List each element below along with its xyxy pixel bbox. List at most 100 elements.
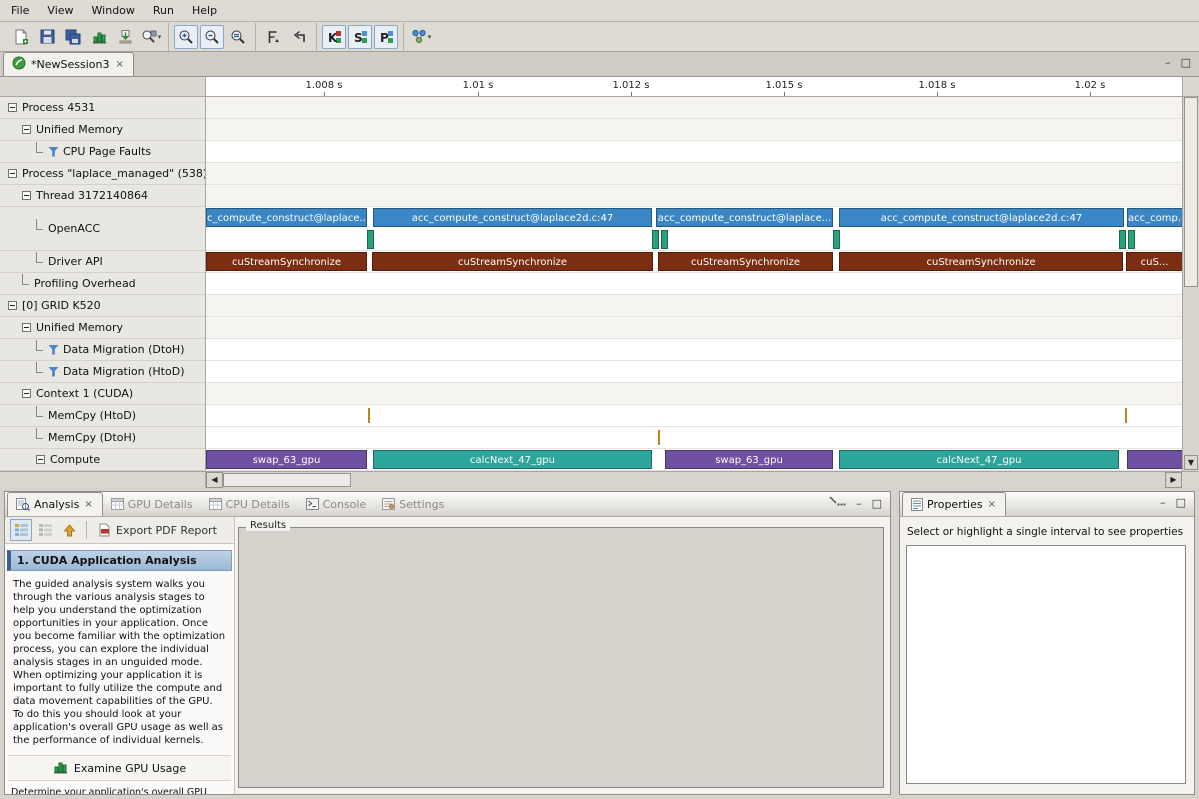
- tab-cpu-details[interactable]: CPU Details: [201, 492, 298, 516]
- tree-row-memcpy-dtoh[interactable]: MemCpy (DtoH): [0, 427, 205, 449]
- tree-row-profiling-overhead[interactable]: Profiling Overhead: [0, 273, 205, 295]
- zoom-in-icon[interactable]: [174, 25, 198, 49]
- tree-row-thread-3172140864[interactable]: Thread 3172140864: [0, 185, 205, 207]
- unguided-view-icon[interactable]: [34, 519, 56, 541]
- menu-file[interactable]: File: [2, 0, 38, 21]
- memcpy-interval[interactable]: [368, 408, 370, 423]
- close-session-tab-icon[interactable]: ×: [114, 59, 124, 70]
- timeline-interval[interactable]: [1119, 230, 1126, 249]
- flow-icon[interactable]: ▾: [409, 25, 433, 49]
- menu-window[interactable]: Window: [83, 0, 144, 21]
- collapse-toggle-icon[interactable]: [22, 191, 31, 200]
- timeline-interval[interactable]: cuS...: [1126, 252, 1182, 271]
- timeline-interval[interactable]: acc_compute_construct@laplace2d.c:47: [373, 208, 652, 227]
- timeline-interval[interactable]: swap_63_gpu: [206, 450, 367, 469]
- scroll-left-arrow[interactable]: ◀: [206, 472, 223, 488]
- scroll-down-arrow[interactable]: ▼: [1184, 455, 1198, 470]
- timeline-interval[interactable]: swap_63_gpu: [665, 450, 833, 469]
- maximize-icon[interactable]: □: [1176, 496, 1186, 509]
- new-session-icon[interactable]: [9, 25, 33, 49]
- tree-row-data-migration-htod[interactable]: Data Migration (HtoD): [0, 361, 205, 383]
- collapse-toggle-icon[interactable]: [22, 125, 31, 134]
- maximize-icon[interactable]: □: [872, 497, 882, 510]
- save-icon[interactable]: [35, 25, 59, 49]
- tree-row-openacc[interactable]: OpenACC: [0, 207, 205, 251]
- menu-view[interactable]: View: [38, 0, 82, 21]
- horizontal-scrollbar-thumb[interactable]: [223, 473, 351, 487]
- timeline-interval[interactable]: [1128, 230, 1135, 249]
- tree-row-process-laplace-managed-538[interactable]: Process "laplace_managed" (538): [0, 163, 205, 185]
- tab-gpu-details[interactable]: GPU Details: [103, 492, 201, 516]
- tree-row-context-1-cuda[interactable]: Context 1 (CUDA): [0, 383, 205, 405]
- kernel-toggle-icon[interactable]: K: [322, 25, 346, 49]
- export-icon[interactable]: [113, 25, 137, 49]
- memcpy-interval[interactable]: [1125, 408, 1127, 423]
- zoom-fit-icon[interactable]: [226, 25, 250, 49]
- timeline-interval[interactable]: cuStreamSynchronize: [658, 252, 833, 271]
- timeline-interval[interactable]: [652, 230, 659, 249]
- timeline-lane-process-laplace-managed-538: [206, 163, 1182, 185]
- guided-view-icon[interactable]: [10, 519, 32, 541]
- search-settings-icon[interactable]: ▾: [139, 25, 163, 49]
- timeline-interval[interactable]: acc_compute_construct@laplace...: [656, 208, 833, 227]
- segment-up-icon[interactable]: [58, 519, 80, 541]
- collapse-toggle-icon[interactable]: [8, 169, 17, 178]
- timeline-interval[interactable]: [1127, 450, 1182, 469]
- collapse-toggle-icon[interactable]: [8, 103, 17, 112]
- timeline-interval[interactable]: acc_compute_construct@laplace2d.c:47: [839, 208, 1124, 227]
- tree-row-data-migration-dtoh[interactable]: Data Migration (DtoH): [0, 339, 205, 361]
- tab-console[interactable]: Console: [298, 492, 375, 516]
- close-tab-icon[interactable]: ×: [83, 499, 93, 510]
- marker-prev-icon[interactable]: [287, 25, 311, 49]
- tab-settings[interactable]: Settings: [374, 492, 452, 516]
- tree-row-0-grid-k520[interactable]: [0] GRID K520: [0, 295, 205, 317]
- save-all-icon[interactable]: [61, 25, 85, 49]
- process-toggle-icon[interactable]: P: [374, 25, 398, 49]
- chart-icon[interactable]: [87, 25, 111, 49]
- tab-analysis[interactable]: Analysis×: [7, 492, 103, 516]
- zoom-out-icon[interactable]: [200, 25, 224, 49]
- stream-toggle-icon[interactable]: S: [348, 25, 372, 49]
- memcpy-interval[interactable]: [658, 430, 660, 445]
- tree-row-driver-api[interactable]: Driver API: [0, 251, 205, 273]
- horizontal-scrollbar[interactable]: [223, 472, 1165, 488]
- tree-row-memcpy-htod[interactable]: MemCpy (HtoD): [0, 405, 205, 427]
- examine-gpu-usage-button[interactable]: Examine GPU Usage: [8, 755, 231, 781]
- timeline-lane-driver-api: cuStreamSynchronizecuStreamSynchronizecu…: [206, 251, 1182, 273]
- vertical-scrollbar-thumb[interactable]: [1184, 97, 1198, 287]
- timeline-interval[interactable]: cuStreamSynchronize: [839, 252, 1123, 271]
- collapse-toggle-icon[interactable]: [36, 455, 45, 464]
- collapse-toggle-icon[interactable]: [22, 389, 31, 398]
- timeline-interval[interactable]: [367, 230, 374, 249]
- close-tab-icon[interactable]: ×: [987, 499, 997, 510]
- collapse-toggle-icon[interactable]: [22, 323, 31, 332]
- tree-row-cpu-page-faults[interactable]: CPU Page Faults: [0, 141, 205, 163]
- marker-next-icon[interactable]: [261, 25, 285, 49]
- tree-row-compute[interactable]: Compute: [0, 449, 205, 471]
- svg-text:S: S: [354, 31, 363, 44]
- timeline-interval[interactable]: cuStreamSynchronize: [372, 252, 653, 271]
- pdf-icon[interactable]: Export PDF Report: [92, 521, 223, 539]
- session-tab[interactable]: *NewSession3 ×: [3, 52, 134, 76]
- minimize-icon[interactable]: –: [1165, 56, 1171, 69]
- tree-row-process-4531[interactable]: Process 4531: [0, 97, 205, 119]
- timeline-interval[interactable]: c_compute_construct@laplace...: [206, 208, 367, 227]
- timeline-interval[interactable]: [661, 230, 668, 249]
- tree-row-unified-memory[interactable]: Unified Memory: [0, 317, 205, 339]
- view-menu-icon[interactable]: [828, 496, 846, 510]
- tab-properties[interactable]: Properties×: [902, 492, 1006, 516]
- timeline-interval[interactable]: calcNext_47_gpu: [373, 450, 652, 469]
- timeline-interval[interactable]: cuStreamSynchronize: [206, 252, 367, 271]
- vertical-scrollbar[interactable]: ▼: [1182, 97, 1199, 471]
- collapse-toggle-icon[interactable]: [8, 301, 17, 310]
- timeline-interval[interactable]: calcNext_47_gpu: [839, 450, 1119, 469]
- minimize-icon[interactable]: –: [856, 497, 862, 510]
- tree-row-unified-memory[interactable]: Unified Memory: [0, 119, 205, 141]
- maximize-icon[interactable]: □: [1181, 56, 1191, 69]
- menu-run[interactable]: Run: [144, 0, 183, 21]
- menu-help[interactable]: Help: [183, 0, 226, 21]
- timeline-interval[interactable]: acc_comp...: [1127, 208, 1182, 227]
- scroll-right-arrow[interactable]: ▶: [1165, 472, 1182, 488]
- timeline-interval[interactable]: [833, 230, 840, 249]
- minimize-icon[interactable]: –: [1160, 496, 1166, 509]
